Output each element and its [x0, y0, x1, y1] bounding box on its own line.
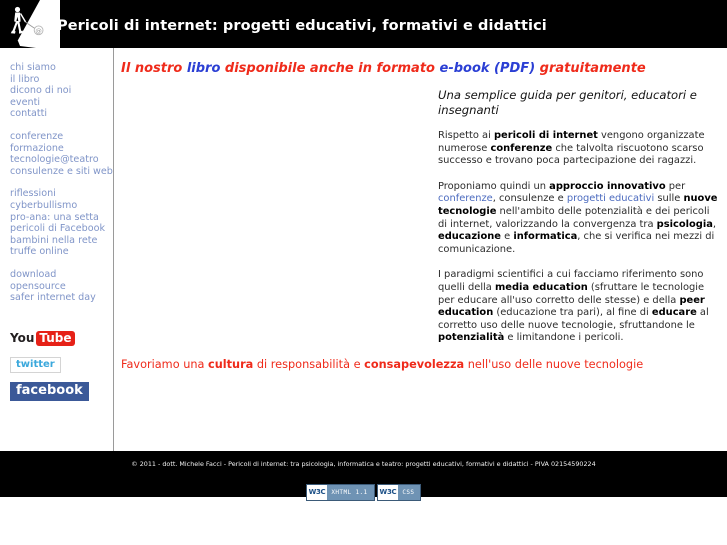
walking-man-at-symbol-icon: @ — [0, 0, 60, 48]
sidebar-item-il-libro[interactable]: il libro — [10, 74, 114, 86]
sidebar-item-contatti[interactable]: contatti — [10, 108, 114, 120]
sidebar-nav: chi siamo il libro dicono di noi eventi … — [10, 62, 114, 315]
twitter-badge[interactable]: twitter — [10, 352, 110, 373]
p2-bold-3: psicologia — [656, 218, 713, 230]
xhtml-validator-label: XHTML 1.1 — [331, 488, 368, 496]
site-logo[interactable]: @ — [0, 0, 60, 48]
youtube-icon: You Tube — [10, 331, 75, 346]
w3c-mark-css: W3C — [377, 484, 399, 500]
p2-text-4: sulle — [654, 193, 684, 205]
sidebar-item-pericoli-facebook[interactable]: pericoli di Facebook — [10, 223, 114, 235]
tagline: Favoriamo una cultura di responsabilità … — [121, 358, 721, 372]
youtube-badge[interactable]: You Tube — [10, 327, 110, 346]
tagline-bold-consapevolezza: consapevolezza — [364, 358, 465, 371]
headline-part-3: disponibile anche in formato — [224, 61, 440, 76]
svg-text:@: @ — [35, 27, 41, 35]
headline-part-5: gratuitamente — [539, 61, 646, 76]
tagline-text-3: nell'uso delle nuove tecnologie — [464, 358, 644, 371]
p2-text-7: e — [500, 231, 514, 243]
p2-text-3: , consulenze e — [492, 193, 567, 205]
page-title: Pericoli di internet: progetti educativi… — [57, 18, 547, 34]
p2-link-conferenze[interactable]: conferenze — [438, 193, 493, 204]
facebook-badge[interactable]: facebook — [10, 379, 110, 401]
css-validator-badge[interactable]: W3C CSS — [376, 483, 422, 501]
w3c-mark-xhtml: W3C — [306, 484, 328, 500]
sidebar-item-consulenze-siti-web[interactable]: consulenze e siti web — [10, 166, 114, 178]
p1-bold-1: pericoli di internet — [493, 130, 598, 141]
p2-bold-1: approccio innovativo — [549, 180, 666, 192]
xhtml-validator-badge[interactable]: W3C XHTML 1.1 — [305, 483, 375, 501]
sidebar-item-dicono-di-noi[interactable]: dicono di noi — [10, 85, 114, 97]
p3-bold-3: educare — [651, 307, 697, 319]
tagline-text-1: Favoriamo una — [121, 358, 209, 371]
sidebar-item-riflessioni[interactable]: riflessioni — [10, 188, 114, 200]
p1-text-1: Rispetto ai — [438, 130, 494, 141]
article-paragraph-2: Proponiamo quindi un approccio innovativ… — [438, 181, 721, 257]
sidebar: chi siamo il libro dicono di noi eventi … — [0, 48, 114, 451]
tagline-bold-cultura: cultura — [208, 358, 254, 371]
p2-text-6: , — [712, 218, 717, 230]
sidebar-item-conferenze[interactable]: conferenze — [10, 131, 114, 143]
p2-link-progetti-educativi[interactable]: progetti educativi — [567, 193, 654, 204]
p3-text-5: e limitandone i pericoli. — [504, 332, 624, 344]
p3-bold-1: media education — [495, 281, 588, 293]
sidebar-item-safer-internet-day[interactable]: safer internet day — [10, 292, 114, 304]
page-root: @ Pericoli di internet: progetti educati… — [0, 0, 727, 545]
main-pane: Il nostro libro disponibile anche in for… — [114, 48, 727, 451]
sidebar-group-about: chi siamo il libro dicono di noi eventi … — [10, 62, 114, 120]
content-area: chi siamo il libro dicono di noi eventi … — [0, 48, 727, 451]
site-footer: © 2011 - dott. Michele Facci - Pericoli … — [0, 451, 727, 501]
sidebar-item-truffe-online[interactable]: truffe online — [10, 246, 114, 258]
p3-bold-4: potenzialità — [438, 332, 505, 344]
sidebar-item-tecnologie-teatro[interactable]: tecnologie@teatro — [10, 154, 114, 166]
tagline-text-2: di responsabilità e — [253, 358, 365, 371]
ebook-headline: Il nostro libro disponibile anche in for… — [121, 61, 721, 77]
p1-bold-2: conferenze — [490, 142, 553, 154]
p2-text-2: per — [665, 180, 686, 192]
p3-text-3: (educazione tra pari), al fine di — [493, 307, 652, 319]
youtube-you-text: You — [10, 331, 35, 345]
sidebar-group-resources: download opensource safer internet day — [10, 269, 114, 304]
social-badges: You Tube twitter facebook — [10, 327, 110, 407]
p2-bold-4: educazione — [438, 231, 501, 243]
headline-part-2: libro — [186, 61, 225, 76]
article: Una semplice guida per genitori, educato… — [438, 88, 721, 358]
footer-copyright: © 2011 - dott. Michele Facci - Pericoli … — [131, 460, 596, 468]
sidebar-group-topics: riflessioni cyberbullismo pro-ana: una s… — [10, 188, 114, 258]
sidebar-item-download[interactable]: download — [10, 269, 114, 281]
sidebar-group-services: conferenze formazione tecnologie@teatro … — [10, 131, 114, 177]
article-paragraph-3: I paradigmi scientifici a cui facciamo r… — [438, 269, 721, 345]
sidebar-item-chi-siamo[interactable]: chi siamo — [10, 62, 114, 74]
sidebar-item-pro-ana[interactable]: pro-ana: una setta — [10, 212, 114, 224]
p2-bold-5: informatica — [513, 231, 578, 243]
sidebar-item-bambini-nella-rete[interactable]: bambini nella rete — [10, 235, 114, 247]
youtube-tube-text: Tube — [36, 331, 75, 346]
p2-text-1: Proponiamo quindi un — [438, 180, 550, 192]
headline-part-4: e-book (PDF) — [439, 61, 540, 76]
validator-badges: W3C XHTML 1.1 W3C CSS — [0, 477, 727, 501]
site-header: @ Pericoli di internet: progetti educati… — [0, 0, 727, 48]
headline-part-1: Il nostro — [121, 61, 187, 76]
css-validator-label: CSS — [402, 488, 415, 496]
sidebar-item-opensource[interactable]: opensource — [10, 281, 114, 293]
sidebar-item-formazione[interactable]: formazione — [10, 143, 114, 155]
sidebar-item-cyberbullismo[interactable]: cyberbullismo — [10, 200, 114, 212]
article-paragraph-1: Rispetto ai pericoli di internet vengono… — [438, 130, 721, 168]
facebook-icon: facebook — [10, 382, 89, 401]
twitter-icon: twitter — [10, 357, 61, 373]
sidebar-item-eventi[interactable]: eventi — [10, 97, 114, 109]
article-heading: Una semplice guida per genitori, educato… — [438, 88, 697, 117]
